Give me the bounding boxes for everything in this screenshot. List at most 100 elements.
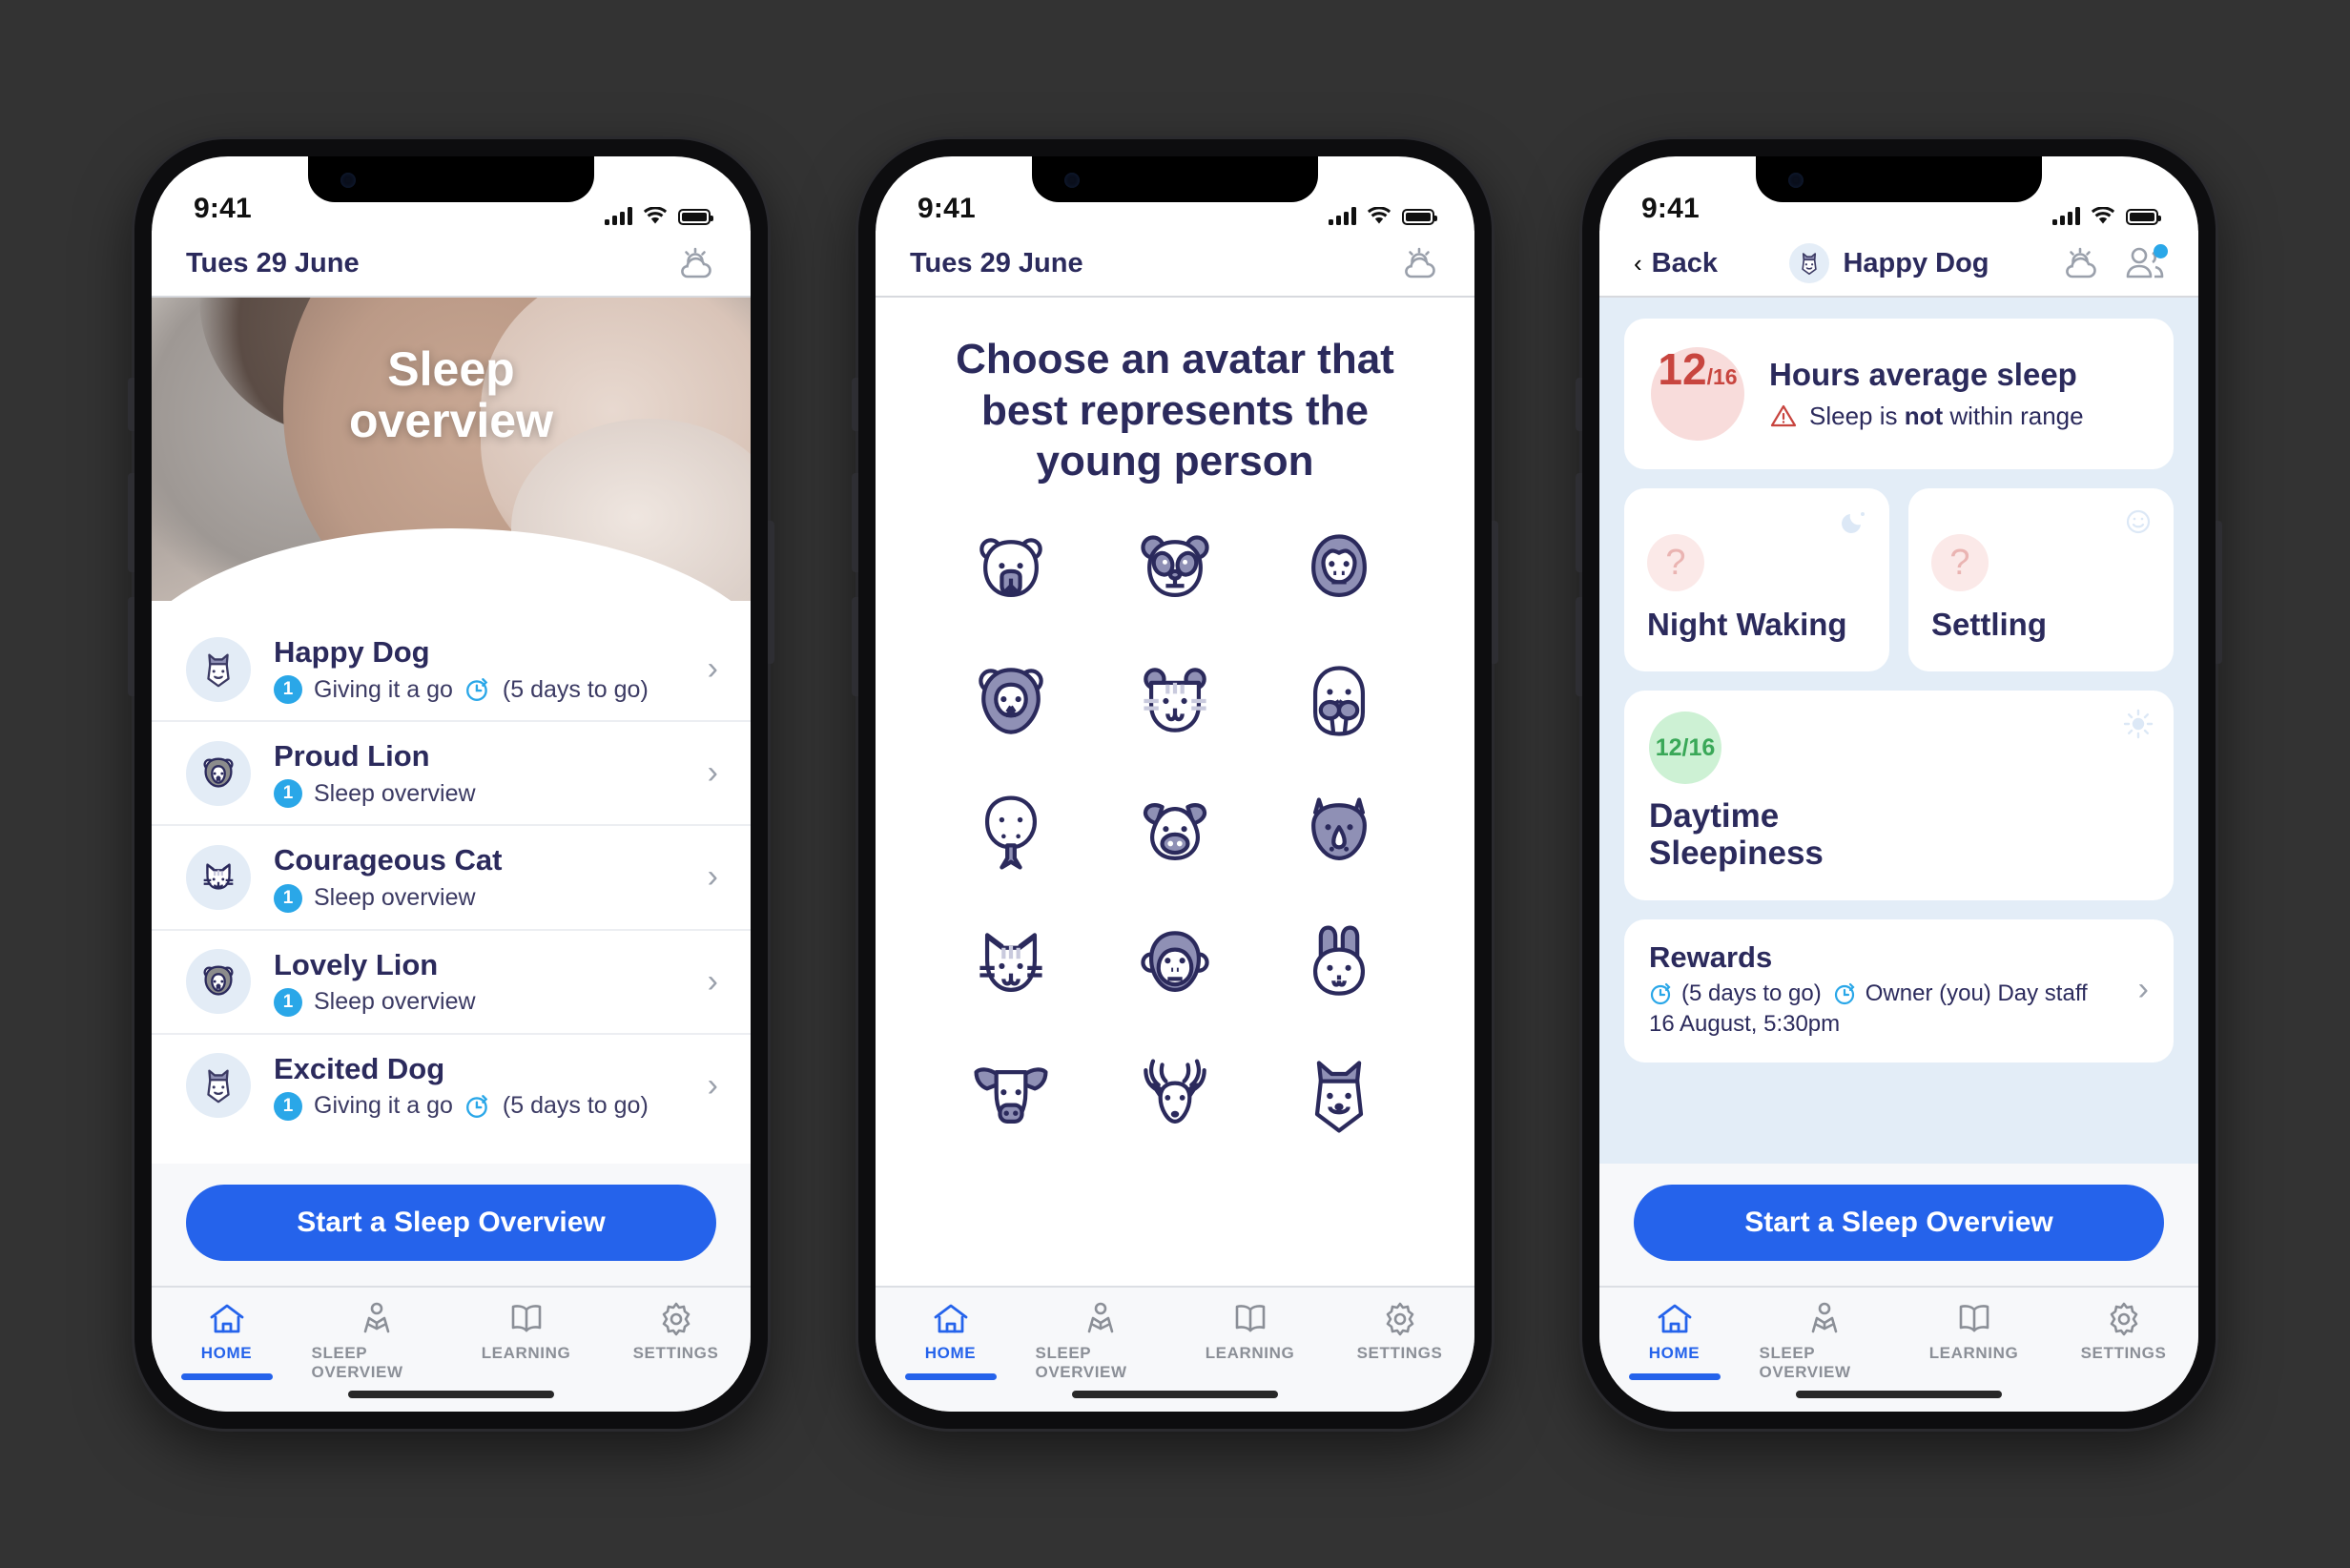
partly-cloudy-icon[interactable]: [1400, 245, 1442, 281]
start-sleep-overview-button[interactable]: Start a Sleep Overview: [186, 1185, 716, 1261]
settling-card[interactable]: ? Settling: [1908, 488, 2174, 671]
list-item-meta: Happy Dog 1 Giving it a go (5 days to go…: [274, 634, 685, 705]
list-item-meta: Courageous Cat 1 Sleep overview: [274, 842, 685, 913]
avatar-option-walrus[interactable]: [1282, 644, 1396, 758]
app-bar: ‹ Back Happy Dog: [1599, 231, 2198, 298]
screen-choose-avatar: 9:41 Tues 29 June Choose an avatar that …: [876, 156, 1474, 1412]
tab-settings[interactable]: SETTINGS: [611, 1301, 741, 1363]
chevron-right-icon: ›: [2137, 970, 2149, 1007]
avatar-option-cat[interactable]: [954, 907, 1068, 1021]
start-sleep-overview-button[interactable]: Start a Sleep Overview: [1634, 1185, 2164, 1261]
partly-cloudy-icon[interactable]: [2061, 245, 2103, 281]
child-name: Courageous Cat: [274, 843, 503, 877]
cellular-bars-icon: [2052, 207, 2080, 225]
bottom-tab-bar: HOME SLEEP OVERVIEW LEARNING SETTINGS: [152, 1286, 751, 1412]
detail-content[interactable]: 12 /16 Hours average sleep Sleep is not …: [1599, 298, 2198, 1164]
avatar-option-bear[interactable]: [954, 512, 1068, 627]
timer-icon: [464, 676, 491, 703]
status-badge: 1: [274, 987, 302, 1017]
timer-icon: [1649, 981, 1674, 1006]
home-indicator: [1072, 1391, 1278, 1398]
list-item[interactable]: Courageous Cat 1 Sleep overview ›: [152, 826, 751, 931]
avatar-option-cow[interactable]: [954, 1039, 1068, 1153]
screenshot-stage: 9:41 Tues 29 June Sleep overview Happy D…: [0, 0, 2350, 1568]
bottom-tab-bar: HOME SLEEP OVERVIEW LEARNING SETTINGS: [876, 1286, 1474, 1412]
detail-title-group: Happy Dog: [1789, 243, 1989, 283]
front-camera: [1064, 173, 1080, 188]
avatar-option-pig[interactable]: [1118, 775, 1232, 890]
warning-triangle-icon: [1769, 402, 1798, 429]
tab-settings-label: SETTINGS: [1356, 1344, 1443, 1362]
avatar-option-rhino[interactable]: [1282, 775, 1396, 890]
avatar-option-lion[interactable]: [954, 644, 1068, 758]
night-waking-label: Night Waking: [1647, 607, 1847, 642]
child-name: Excited Dog: [274, 1051, 445, 1085]
hours-card-warning: Sleep is not within range: [1769, 402, 2084, 431]
battery-icon: [1402, 209, 1437, 225]
daytime-sleepiness-label: Daytime Sleepiness: [1649, 797, 2149, 872]
avatar: [186, 636, 251, 702]
tab-sleep-overview[interactable]: SLEEP OVERVIEW: [1760, 1301, 1889, 1382]
status-icons: [1329, 207, 1437, 225]
avatar-option-panda[interactable]: [1118, 512, 1232, 627]
home-indicator: [348, 1391, 554, 1398]
rewards-card[interactable]: Rewards (5 days to go) Owner (you) Day s…: [1624, 919, 2174, 1063]
tab-home[interactable]: HOME: [1610, 1301, 1740, 1380]
rewards-days-text: (5 days to go): [1681, 980, 1822, 1007]
tab-learning-label: LEARNING: [1205, 1344, 1295, 1362]
tab-sleep-overview[interactable]: SLEEP OVERVIEW: [1036, 1301, 1165, 1382]
tab-settings[interactable]: SETTINGS: [1335, 1301, 1465, 1363]
avatar-option-rabbit[interactable]: [1282, 907, 1396, 1021]
child-list-scroll[interactable]: Happy Dog 1 Giving it a go (5 days to go…: [152, 601, 751, 1164]
status-badge: 1: [274, 779, 302, 809]
phone-power-button: [2216, 521, 2222, 664]
avatar-option-dog[interactable]: [1282, 1039, 1396, 1153]
list-item[interactable]: Happy Dog 1 Giving it a go (5 days to go…: [152, 618, 751, 723]
child-status-row: 1 Sleep overview: [274, 987, 685, 1017]
status-badge: 1: [274, 675, 302, 705]
warning-text: Sleep is not within range: [1809, 401, 2084, 430]
tab-sleep-overview[interactable]: SLEEP OVERVIEW: [312, 1301, 442, 1382]
phone-3: 9:41 ‹ Back Happy Dog 12 /16 Hours avera…: [1576, 139, 2222, 1429]
night-waking-card[interactable]: ? Night Waking: [1624, 488, 1889, 671]
tab-settings[interactable]: SETTINGS: [2059, 1301, 2189, 1363]
list-item[interactable]: Proud Lion 1 Sleep overview ›: [152, 722, 751, 827]
tab-home[interactable]: HOME: [886, 1301, 1016, 1380]
question-mark: ?: [1665, 543, 1686, 583]
back-button[interactable]: ‹ Back: [1634, 248, 1718, 279]
phone-side-button: [128, 597, 134, 696]
daytime-label-line1: Daytime: [1649, 797, 1780, 835]
daytime-score-pill: 12/16: [1649, 712, 1721, 784]
child-status: Giving it a go: [314, 1092, 453, 1120]
tab-learning[interactable]: LEARNING: [1909, 1301, 2039, 1363]
partly-cloudy-icon[interactable]: [676, 245, 718, 281]
hours-card-title: Hours average sleep: [1769, 357, 2077, 393]
app-bar: Tues 29 June: [876, 231, 1474, 298]
tab-learning[interactable]: LEARNING: [462, 1301, 591, 1363]
sun-icon: [2122, 708, 2154, 740]
avatar-option-deer[interactable]: [1118, 1039, 1232, 1153]
phone-power-button: [1492, 521, 1498, 664]
status-time: 9:41: [917, 193, 976, 224]
daytime-sleepiness-card[interactable]: 12/16 Daytime Sleepiness: [1624, 691, 2174, 901]
list-item[interactable]: Excited Dog 1 Giving it a go (5 days to …: [152, 1035, 751, 1137]
avatar-chooser-scroll[interactable]: Choose an avatar that best represents th…: [876, 298, 1474, 1286]
list-item[interactable]: Lovely Lion 1 Sleep overview ›: [152, 931, 751, 1035]
avatar-option-gorilla[interactable]: [1282, 512, 1396, 627]
people-icon[interactable]: [2124, 244, 2168, 281]
tab-sleep-overview-label: SLEEP OVERVIEW: [1035, 1344, 1127, 1381]
book-icon: [507, 1301, 546, 1337]
status-badge: 1: [274, 883, 302, 913]
page-title: Choose an avatar that best represents th…: [956, 336, 1394, 485]
daytime-label-line2: Sleepiness: [1649, 835, 1824, 873]
front-camera: [1788, 173, 1804, 188]
avatar-option-tiger[interactable]: [1118, 644, 1232, 758]
hours-average-sleep-card[interactable]: 12 /16 Hours average sleep Sleep is not …: [1624, 319, 2174, 469]
cellular-bars-icon: [1329, 207, 1356, 225]
avatar-option-whale[interactable]: [954, 775, 1068, 890]
tab-home[interactable]: HOME: [162, 1301, 292, 1380]
tab-learning[interactable]: LEARNING: [1185, 1301, 1315, 1363]
avatar-option-monkey[interactable]: [1118, 907, 1232, 1021]
tab-sleep-overview-label: SLEEP OVERVIEW: [1759, 1344, 1851, 1381]
home-icon: [1656, 1301, 1694, 1337]
